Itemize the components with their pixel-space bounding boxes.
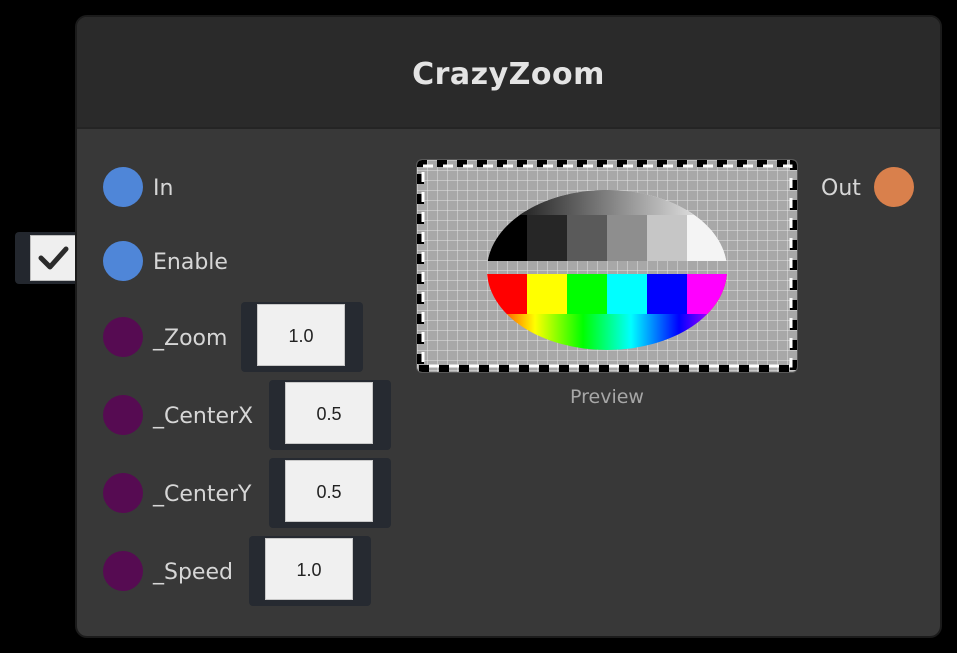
centery-field-container: 0.5 [269, 458, 391, 528]
check-icon [38, 246, 69, 270]
in-port[interactable] [103, 167, 143, 207]
centery-field[interactable]: 0.5 [285, 460, 373, 522]
out-label: Out [821, 176, 861, 201]
enable-port[interactable] [103, 241, 143, 281]
centerx-field[interactable]: 0.5 [285, 382, 373, 444]
zoom-port[interactable] [103, 317, 143, 357]
centery-label: _CenterY [153, 482, 252, 507]
centerx-label: _CenterX [153, 404, 254, 429]
centery-port[interactable] [103, 473, 143, 513]
zoom-field[interactable]: 1.0 [257, 304, 345, 366]
zoom-label: _Zoom [153, 326, 228, 351]
node-header[interactable]: CrazyZoom [77, 17, 940, 129]
speed-label: _Speed [153, 560, 233, 585]
speed-field-container: 1.0 [249, 536, 371, 606]
speed-field[interactable]: 1.0 [265, 538, 353, 600]
node-title: CrazyZoom [412, 57, 605, 92]
test-pattern-image [417, 160, 797, 372]
preview-label: Preview [570, 386, 644, 408]
preview-image [416, 159, 798, 373]
in-label: In [153, 176, 174, 201]
centerx-port[interactable] [103, 395, 143, 435]
enable-label: Enable [153, 250, 228, 275]
speed-port[interactable] [103, 551, 143, 591]
enable-checkbox[interactable] [30, 235, 78, 281]
centerx-field-container: 0.5 [269, 380, 391, 450]
zoom-field-container: 1.0 [241, 302, 363, 372]
out-port[interactable] [874, 167, 914, 207]
